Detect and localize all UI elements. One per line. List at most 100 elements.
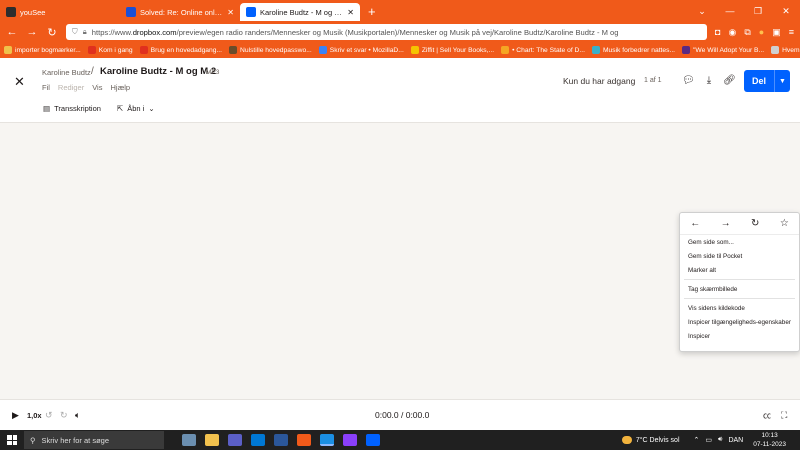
menu-file[interactable]: Fil: [42, 83, 50, 92]
network-icon[interactable]: ▭: [705, 436, 712, 444]
account-icon[interactable]: ◉: [728, 27, 736, 38]
tab-list-icon[interactable]: ⌄: [688, 6, 716, 17]
bookmark-favicon-icon: [318, 46, 327, 54]
taskbar-app-icon[interactable]: [297, 434, 311, 446]
forward-icon[interactable]: →: [721, 218, 731, 229]
forward-icon[interactable]: →: [26, 26, 38, 38]
context-item-inspect-accessibility[interactable]: Inspicer tilgængeligheds-egenskaber: [680, 315, 799, 329]
forum-favicon-icon: [126, 7, 136, 17]
context-menu: ← → ↻ ☆ Gem side som... Gem side til Poc…: [679, 212, 800, 352]
context-item-inspect[interactable]: Inspicer: [680, 329, 799, 343]
taskbar-app-icon[interactable]: [228, 434, 242, 446]
context-item-save-to-pocket[interactable]: Gem side til Pocket: [680, 249, 799, 263]
windows-logo-icon: [7, 435, 17, 445]
reload-icon[interactable]: ↻: [751, 218, 759, 229]
input-language[interactable]: DAN: [728, 437, 743, 444]
bookmark-item[interactable]: importer bogmærker...: [4, 46, 81, 54]
close-tab-icon[interactable]: ✕: [347, 8, 354, 17]
bookmark-item[interactable]: "We Will Adopt Your B...: [682, 46, 764, 54]
dropbox-favicon-icon: [246, 7, 256, 17]
menu-divider: [684, 279, 795, 280]
context-item-select-all[interactable]: Marker alt: [680, 263, 799, 277]
breadcrumb-owner[interactable]: Karoline Budtz: [42, 68, 91, 77]
context-item-save-page[interactable]: Gem side som...: [680, 235, 799, 249]
bookmark-star-icon[interactable]: ☆: [780, 218, 789, 229]
menu-help[interactable]: Hjælp: [110, 83, 130, 92]
fullscreen-icon[interactable]: ⛶: [781, 410, 787, 421]
menu-icon[interactable]: ≡: [789, 27, 794, 38]
rewind-icon[interactable]: ↺: [45, 410, 53, 421]
open-in-button[interactable]: ⇱ Åbn i ⌄: [117, 104, 155, 113]
bookmark-label: Hvem spiser stikkelsb...: [782, 46, 800, 54]
back-icon[interactable]: ←: [6, 26, 18, 38]
reload-icon[interactable]: ↻: [46, 26, 58, 39]
taskbar-app-icon[interactable]: [251, 434, 265, 446]
address-bar[interactable]: ⛉ 🔒︎ https://www.dropbox.com/preview/ege…: [66, 24, 708, 40]
tray-chevron-icon[interactable]: ⌃: [694, 436, 700, 444]
weather-widget[interactable]: 7°C Delvis sol: [621, 436, 680, 444]
volume-icon[interactable]: 🔈︎: [75, 410, 80, 421]
link-icon[interactable]: 🔗︎: [723, 75, 736, 86]
bookmark-item[interactable]: • Chart: The State of D...: [501, 46, 585, 54]
comment-icon[interactable]: 💬︎: [682, 75, 695, 86]
bookmark-item[interactable]: Hvem spiser stikkelsb...: [771, 46, 800, 54]
shield-icon[interactable]: ⛉: [72, 27, 78, 37]
sub-toolbar: ▤ Transskription ⇱ Åbn i ⌄: [43, 104, 155, 113]
bookmark-label: • Chart: The State of D...: [512, 46, 585, 54]
addon-icon[interactable]: ▣: [772, 27, 781, 38]
play-icon[interactable]: ▶: [12, 410, 19, 421]
bookmark-label: importer bogmærker...: [15, 46, 81, 54]
taskbar-app-icon[interactable]: [274, 434, 288, 446]
close-tab-icon[interactable]: ✕: [227, 8, 234, 17]
chevron-down-icon[interactable]: ▼: [775, 70, 790, 92]
menu-view[interactable]: Vis: [92, 83, 102, 92]
taskbar-app-icon[interactable]: [205, 434, 219, 446]
captions-icon[interactable]: ㏄: [763, 410, 771, 421]
bookmark-item[interactable]: Ziffit | Sell Your Books,...: [410, 46, 495, 54]
taskbar-app-icon[interactable]: [320, 434, 334, 446]
playback-speed[interactable]: 1,0x: [27, 411, 42, 420]
taskbar-app-icon[interactable]: [343, 434, 357, 446]
bookmark-favicon-icon: [501, 46, 510, 54]
taskbar-app-icon[interactable]: [182, 434, 196, 446]
bookmark-item[interactable]: Skriv et svar • MozillaD...: [318, 46, 404, 54]
context-item-screenshot[interactable]: Tag skærmbillede: [680, 282, 799, 296]
tab-title: Solved: Re: Online only - where: [140, 7, 223, 17]
transcript-icon: ▤: [43, 104, 51, 113]
pocket-icon[interactable]: ◘: [715, 27, 720, 38]
start-button[interactable]: [0, 435, 24, 445]
bookmark-item[interactable]: Nulstille hovedpasswo...: [229, 46, 312, 54]
browser-tab[interactable]: youSee: [0, 3, 120, 21]
minimize-icon[interactable]: —: [716, 6, 744, 17]
share-label[interactable]: Del: [744, 70, 775, 92]
close-window-icon[interactable]: ✕: [772, 6, 800, 17]
firefox-account-icon[interactable]: ●: [759, 27, 764, 38]
yousee-favicon-icon: [6, 7, 16, 17]
taskbar-search[interactable]: ⚲ Skriv her for at søge: [24, 431, 164, 449]
bookmark-item[interactable]: Kom i gang: [87, 46, 133, 54]
access-status[interactable]: Kun du har adgang: [563, 76, 635, 86]
share-button[interactable]: Del ▼: [744, 70, 790, 92]
clock-time: 10:13: [761, 432, 778, 439]
bookmark-favicon-icon: [771, 46, 780, 54]
browser-tab[interactable]: Solved: Re: Online only - where ✕: [120, 3, 240, 21]
download-icon[interactable]: ⤓: [707, 75, 711, 86]
back-icon[interactable]: ←: [690, 218, 700, 229]
context-item-view-source[interactable]: Vis sidens kildekode: [680, 301, 799, 315]
weather-sun-icon: [621, 436, 632, 444]
bookmark-item[interactable]: Brug en hovedadgang...: [139, 46, 222, 54]
browser-tab-active[interactable]: Karoline Budtz - M og M 2.mp3 ✕: [240, 3, 360, 21]
taskbar-app-icon[interactable]: [366, 434, 380, 446]
close-icon[interactable]: ✕: [14, 74, 25, 90]
bookmark-label: Ziffit | Sell Your Books,...: [421, 46, 495, 54]
extensions-icon[interactable]: ⧉: [744, 27, 750, 38]
system-clock[interactable]: 10:13 07-11-2023: [753, 431, 786, 449]
transcription-button[interactable]: ▤ Transskription: [43, 104, 101, 113]
speaker-icon[interactable]: 🔊︎: [718, 436, 722, 444]
new-tab-button[interactable]: +: [360, 4, 384, 19]
taskbar-apps: [182, 434, 380, 446]
maximize-icon[interactable]: ❐: [744, 6, 772, 17]
bookmark-item[interactable]: Musik forbedrer nattes...: [591, 46, 675, 54]
forward-skip-icon[interactable]: ↻: [60, 410, 68, 421]
lock-icon[interactable]: 🔒︎: [83, 27, 87, 37]
